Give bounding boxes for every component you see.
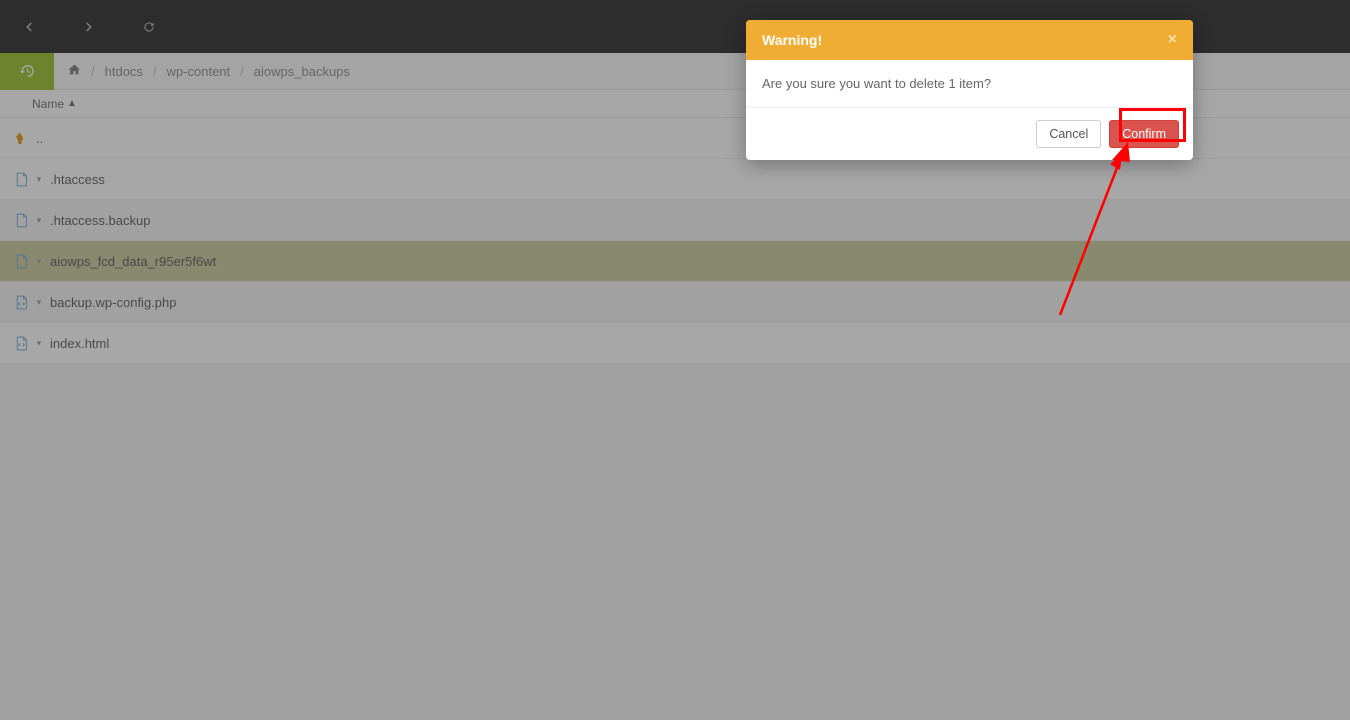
modal-message: Are you sure you want to delete 1 item? bbox=[762, 76, 991, 91]
cancel-button[interactable]: Cancel bbox=[1036, 120, 1101, 148]
modal-body: Are you sure you want to delete 1 item? bbox=[746, 60, 1193, 108]
modal-footer: Cancel Confirm bbox=[746, 108, 1193, 160]
modal-header: Warning! × bbox=[746, 20, 1193, 60]
modal-title: Warning! bbox=[762, 32, 822, 48]
close-icon[interactable]: × bbox=[1168, 32, 1177, 48]
confirm-button[interactable]: Confirm bbox=[1109, 120, 1179, 148]
warning-modal: Warning! × Are you sure you want to dele… bbox=[746, 20, 1193, 160]
